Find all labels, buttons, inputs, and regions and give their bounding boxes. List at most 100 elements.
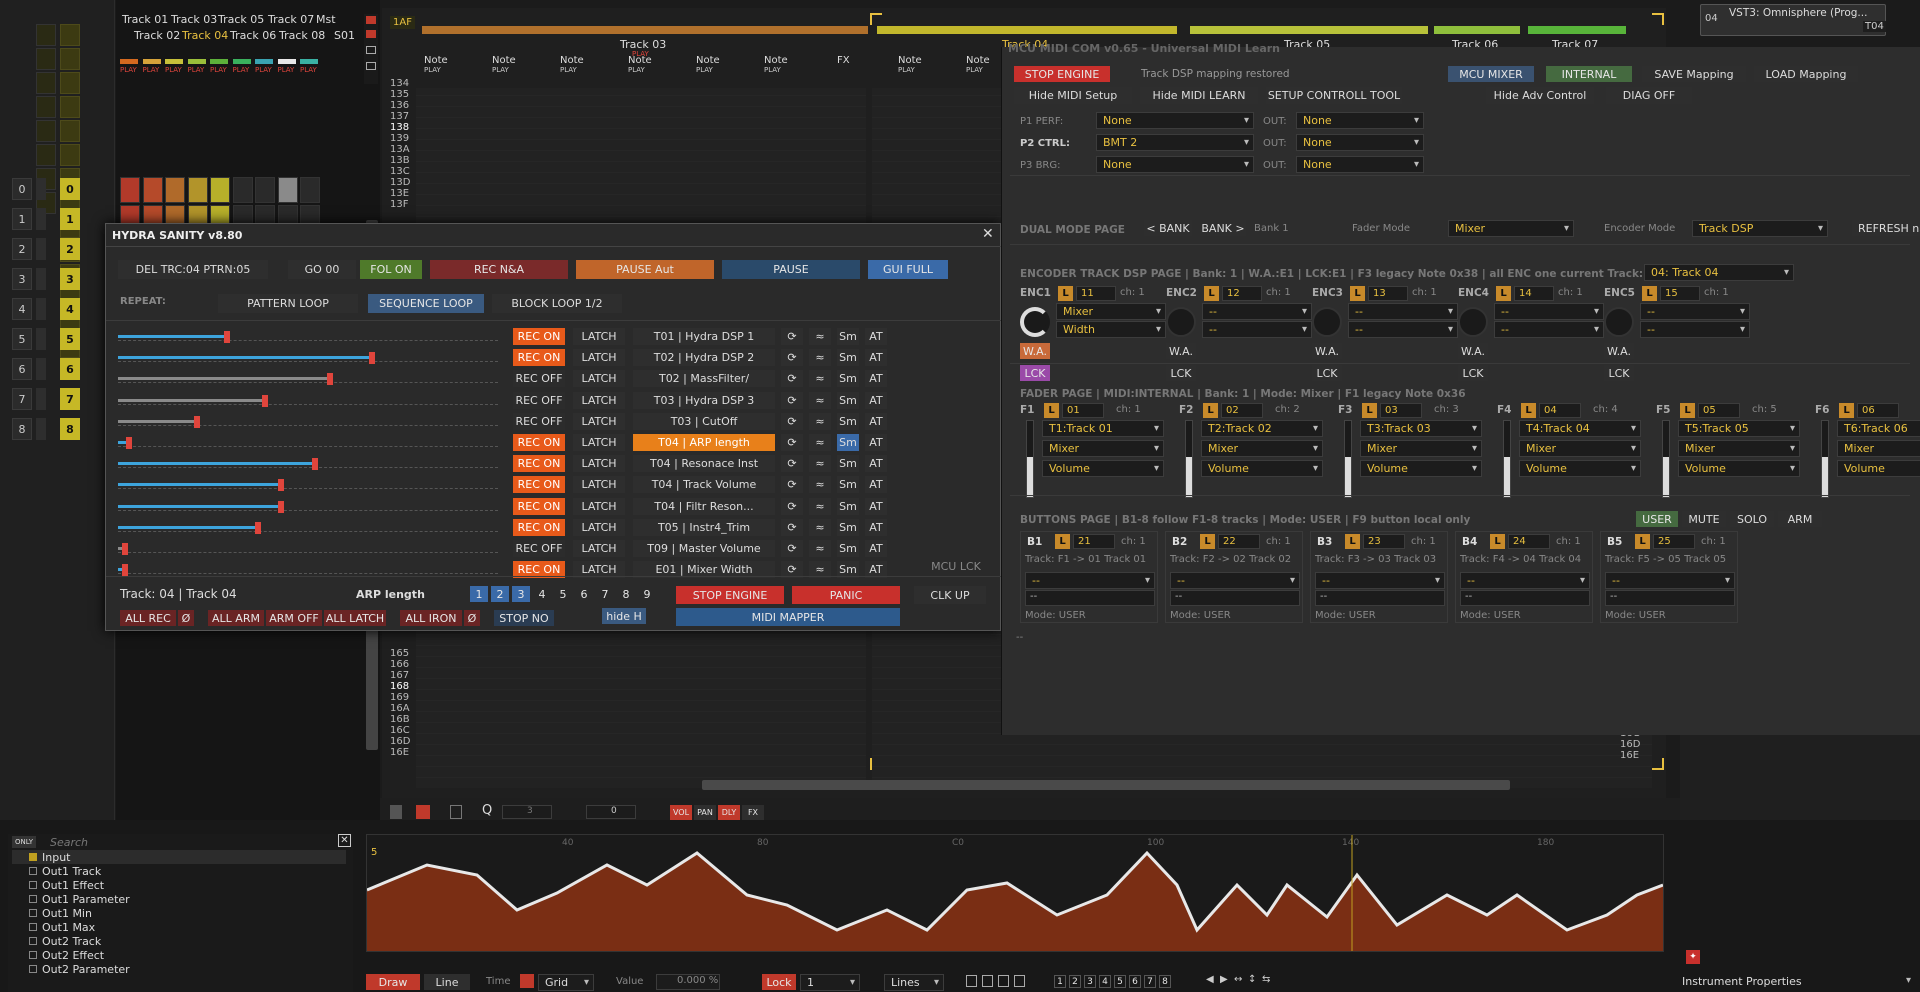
fader-cc-spinner[interactable]: 01 xyxy=(1062,403,1104,418)
scene-number[interactable]: 8 xyxy=(12,418,32,440)
envelope-mode-toggle[interactable]: DLY xyxy=(718,805,740,820)
slider-knob[interactable] xyxy=(125,437,132,449)
parameter-name-button[interactable]: T04 | Filtr Reson... xyxy=(633,497,775,515)
slider-knob[interactable] xyxy=(254,521,261,534)
button-param-select[interactable]: -- xyxy=(1170,572,1300,589)
mode-arm-button[interactable]: ARM xyxy=(1778,511,1822,527)
panic-button[interactable]: PANIC xyxy=(792,586,900,604)
loop-icon[interactable]: ⟳ xyxy=(781,476,803,494)
fader-param-select[interactable]: Volume xyxy=(1837,460,1920,477)
plugin-icon[interactable]: ✦ xyxy=(1686,950,1700,964)
rec-toggle-button[interactable]: REC ON xyxy=(513,455,565,473)
chart-icon[interactable] xyxy=(450,805,462,819)
slider-knob[interactable] xyxy=(121,564,128,577)
encoder-param2-select[interactable]: Width xyxy=(1056,321,1166,338)
scene-slot[interactable] xyxy=(36,178,46,200)
at-button[interactable]: AT xyxy=(865,349,887,367)
smooth-wave-icon[interactable]: ≈ xyxy=(809,349,831,367)
latch-button[interactable]: LATCH xyxy=(573,455,625,473)
loop-icon[interactable]: ⟳ xyxy=(781,349,803,367)
checkbox[interactable] xyxy=(29,881,37,889)
internal-button[interactable]: INTERNAL xyxy=(1546,66,1632,82)
button-value-field[interactable]: -- xyxy=(1460,590,1590,606)
rec-toggle-button[interactable]: REC ON xyxy=(513,434,565,451)
delete-icon[interactable] xyxy=(1014,975,1025,987)
grid-icon[interactable] xyxy=(390,805,402,819)
close-icon[interactable]: ✕ xyxy=(338,834,351,847)
button-link[interactable]: L xyxy=(1490,534,1505,549)
smooth-wave-icon[interactable]: ≈ xyxy=(809,370,831,388)
encoder-link-button[interactable]: L xyxy=(1204,286,1219,301)
hide-midi-learn-button[interactable]: Hide MIDI LEARN xyxy=(1140,87,1258,104)
fader-track-select[interactable]: T1:Track 01 xyxy=(1042,420,1164,437)
encoder-cc-spinner[interactable]: 13 xyxy=(1368,286,1408,301)
automation-slider[interactable] xyxy=(118,373,498,386)
at-button[interactable]: AT xyxy=(865,476,887,494)
clip-slot[interactable] xyxy=(300,177,320,203)
clip-slot[interactable] xyxy=(255,177,275,203)
scene-slot[interactable] xyxy=(36,298,46,320)
scene-launch-button[interactable]: 6 xyxy=(60,358,80,380)
output-item[interactable]: Out1 Max xyxy=(42,921,95,934)
clip-slot[interactable] xyxy=(142,177,163,203)
arrow-vertical-icon[interactable]: ↕ xyxy=(1248,974,1256,985)
loop-icon[interactable]: ⟳ xyxy=(781,540,803,557)
at-button[interactable]: AT xyxy=(865,391,887,409)
pattern-slot[interactable] xyxy=(60,144,80,166)
note-column-label[interactable]: Note xyxy=(696,55,720,66)
fader-param-select[interactable]: Volume xyxy=(1042,460,1164,477)
encoder-knob[interactable] xyxy=(1312,307,1342,337)
automation-slider[interactable] xyxy=(118,437,498,449)
checkbox[interactable] xyxy=(29,937,37,945)
at-button[interactable]: AT xyxy=(865,412,887,430)
clear-iron-button[interactable]: Ø xyxy=(464,610,480,626)
scene-slot[interactable] xyxy=(36,388,46,410)
all-arm-button[interactable]: ALL ARM xyxy=(208,610,264,626)
draw-button[interactable]: Draw xyxy=(366,974,420,990)
clip-slot[interactable] xyxy=(277,177,298,203)
refresh-button[interactable]: REFRESH na xyxy=(1852,220,1920,236)
port-out-select[interactable]: None xyxy=(1296,156,1424,173)
encoder-knob[interactable] xyxy=(1166,307,1196,337)
encoder-param2-select[interactable]: -- xyxy=(1348,321,1458,338)
button-link[interactable]: L xyxy=(1055,534,1070,549)
pattern-slot[interactable] xyxy=(36,24,56,46)
arrow-right-icon[interactable]: ▶ xyxy=(1220,974,1228,985)
page-button[interactable]: 5 xyxy=(1114,975,1126,988)
encoder-wa-button[interactable]: W.A. xyxy=(1020,343,1050,359)
at-button[interactable]: AT xyxy=(865,370,887,388)
arrow-horizontal-icon[interactable]: ↔ xyxy=(1234,974,1242,985)
fx-column-label[interactable]: FX xyxy=(837,55,850,66)
sm-button[interactable]: Sm xyxy=(837,412,859,430)
sm-button[interactable]: Sm xyxy=(837,476,859,494)
smooth-wave-icon[interactable]: ≈ xyxy=(809,328,831,345)
encoder-param2-select[interactable]: -- xyxy=(1494,321,1604,338)
pattern-slot[interactable] xyxy=(60,24,80,46)
latch-button[interactable]: LATCH xyxy=(573,540,625,557)
sm-button[interactable]: Sm xyxy=(837,370,859,388)
rec-na-button[interactable]: REC N&A xyxy=(430,260,568,279)
mode-mute-button[interactable]: MUTE xyxy=(1682,511,1726,527)
sm-button[interactable]: Sm xyxy=(837,349,859,367)
stop-no-button[interactable]: STOP NO xyxy=(494,610,554,626)
page-button[interactable]: 3 xyxy=(1084,975,1096,988)
fader-track-select[interactable]: T4:Track 04 xyxy=(1519,420,1641,437)
arp-number-button[interactable]: 5 xyxy=(554,586,572,602)
checkbox[interactable] xyxy=(29,951,37,959)
note-column-label[interactable]: Note xyxy=(628,55,652,66)
scene-number[interactable]: 1 xyxy=(12,208,32,230)
fader-device-select[interactable]: Mixer xyxy=(1042,440,1164,457)
load-mapping-button[interactable]: LOAD Mapping xyxy=(1754,66,1858,82)
latch-button[interactable]: LATCH xyxy=(573,518,625,536)
fader-track-select[interactable]: T2:Track 02 xyxy=(1201,420,1323,437)
parameter-name-button[interactable]: T02 | Hydra DSP 2 xyxy=(633,349,775,367)
loop-icon[interactable]: ⟳ xyxy=(781,497,803,515)
encoder-cc-spinner[interactable]: 12 xyxy=(1222,286,1262,301)
slider-knob[interactable] xyxy=(262,394,269,407)
mcu-mixer-button[interactable]: MCU MIXER xyxy=(1448,66,1534,82)
output-item[interactable]: Out1 Min xyxy=(42,907,92,920)
fader-cc-spinner[interactable]: 06 xyxy=(1857,403,1899,418)
arp-number-button[interactable]: 6 xyxy=(575,586,593,602)
scene-slot[interactable] xyxy=(36,418,46,440)
encoder-param1-select[interactable]: Mixer xyxy=(1056,303,1166,320)
